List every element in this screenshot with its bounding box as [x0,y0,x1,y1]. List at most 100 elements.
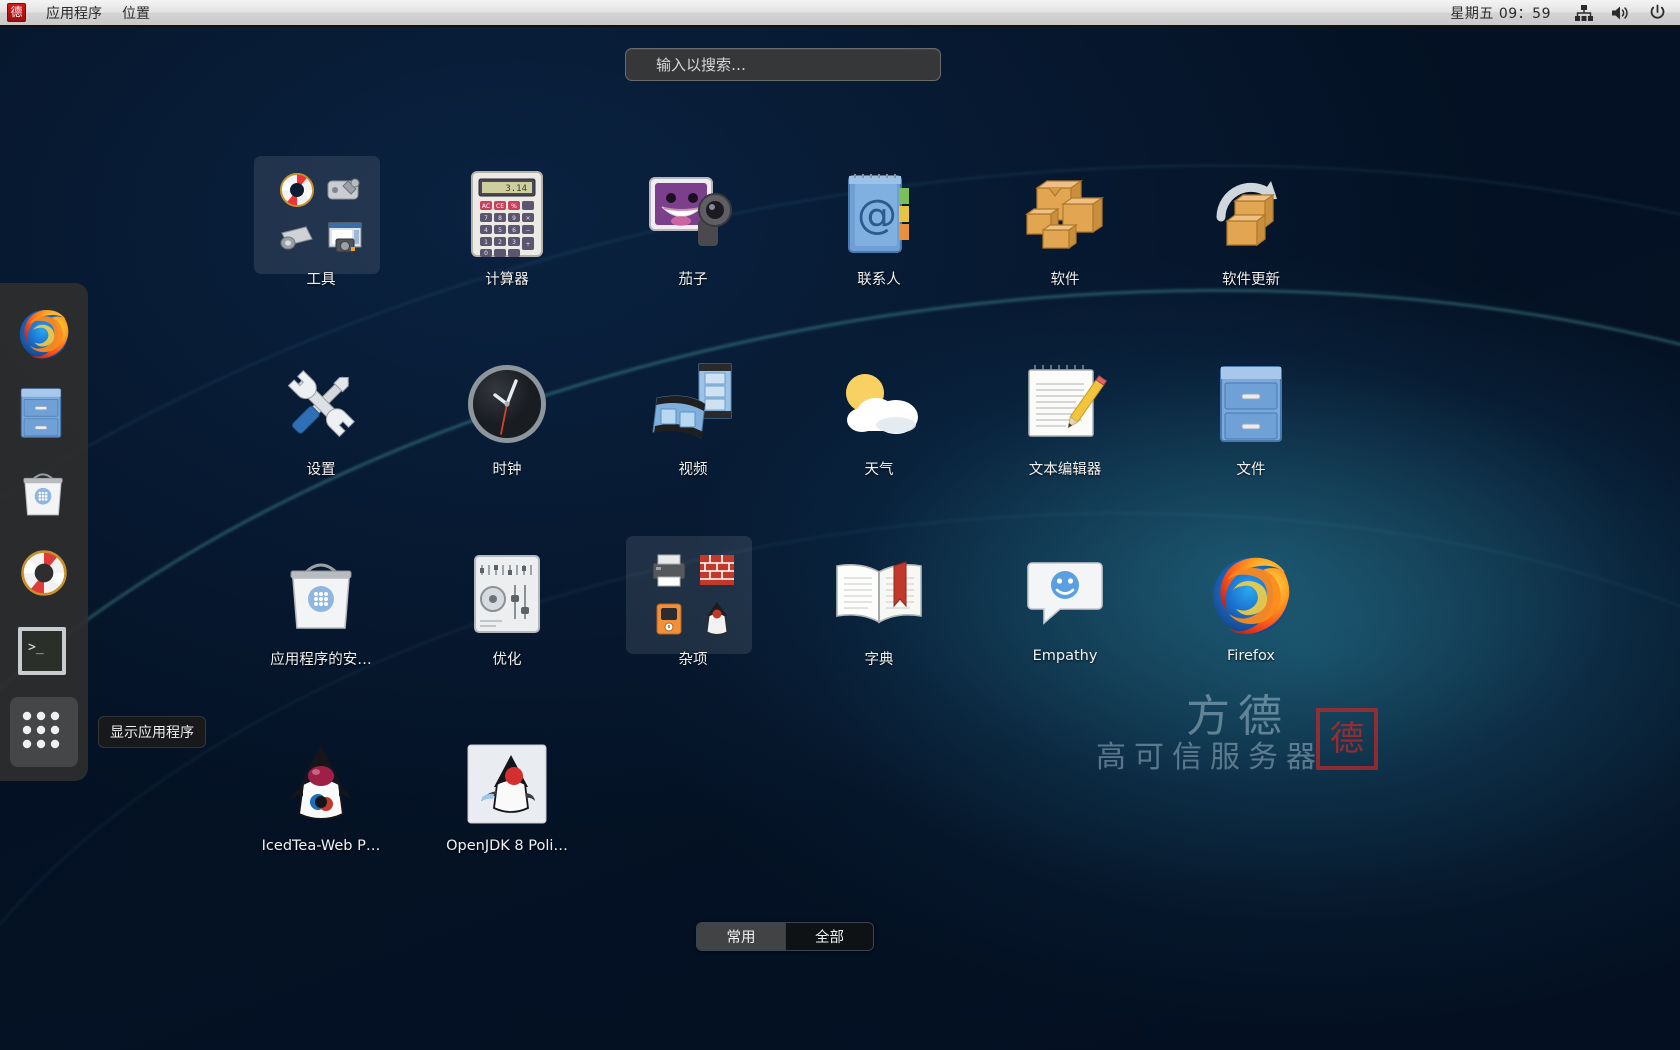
svg-text:>_: >_ [28,640,44,655]
calculator-icon: 3.14 AC CE % 7 8 9 × 4 5 6 − 1 2 3 + 0 [459,166,555,262]
system-tray [1575,4,1666,21]
software-update-icon [1203,166,1299,262]
app-item-software-installer[interactable]: 应用程序的安… [228,532,414,722]
menu-applications[interactable]: 应用程序 [36,1,112,25]
app-item-openjdk-policy[interactable]: OpenJDK 8 Poli… [414,722,600,912]
app-label: 设置 [306,462,336,478]
app-item-files[interactable]: 文件 [1158,342,1344,532]
app-label: 软件更新 [1222,272,1280,288]
app-label: 文本编辑器 [1028,462,1102,478]
terminal-icon: >_ [16,625,72,681]
volume-icon[interactable] [1611,5,1631,21]
svg-text:9: 9 [512,215,516,222]
cheese-webcam-icon [645,166,741,262]
dock-item-firefox[interactable] [0,293,88,373]
app-label: 优化 [492,652,522,668]
app-label: 杂项 [678,652,708,668]
network-icon[interactable] [1575,4,1593,21]
dock: >_ [0,283,88,781]
svg-text:7: 7 [484,215,488,222]
misc-folder-icon [645,546,741,642]
java-policy-icon [459,736,555,832]
firefox-icon [1203,546,1299,642]
dock-item-terminal[interactable]: >_ [0,613,88,693]
svg-text:8: 8 [498,215,502,222]
svg-text:3.14: 3.14 [505,184,527,194]
clock-icon [459,356,555,452]
dock-item-show-applications[interactable] [0,693,88,773]
svg-text:%: % [511,203,517,210]
app-item-settings[interactable]: 设置 [228,342,414,532]
packages-icon [1017,166,1113,262]
app-grid: 工具 3.14 AC CE % 7 8 9 × 4 5 6 − 1 2 3 + … [228,152,1348,912]
app-item-tweaks[interactable]: 优化 [414,532,600,722]
desktop: 德 应用程序 位置 星期五 09：59 输入以搜索… 工具 3.14 AC CE… [0,0,1680,1050]
tab-frequent[interactable]: 常用 [697,923,785,950]
svg-text:AC: AC [482,203,490,210]
app-label: 视频 [678,462,708,478]
svg-text:2: 2 [498,239,502,246]
app-item-empathy[interactable]: Empathy [972,532,1158,722]
view-selector-tabs: 常用 全部 [696,922,874,951]
app-item-software[interactable]: 软件 [972,152,1158,342]
svg-text:CE: CE [496,203,504,210]
svg-text:+: + [525,241,530,248]
app-item-misc-folder[interactable]: 杂项 [600,532,786,722]
app-item-dictionary[interactable]: 字典 [786,532,972,722]
app-item-weather[interactable]: 天气 [786,342,972,532]
dictionary-book-icon [831,546,927,642]
app-item-firefox[interactable]: Firefox [1158,532,1344,722]
search-input[interactable]: 输入以搜索… [625,48,941,81]
app-item-contacts[interactable]: @ 联系人 [786,152,972,342]
app-item-videos[interactable]: 视频 [600,342,786,532]
app-label: 工具 [306,272,336,288]
empathy-chat-icon [1017,546,1113,642]
app-item-calculator[interactable]: 3.14 AC CE % 7 8 9 × 4 5 6 − 1 2 3 + 0 计… [414,152,600,342]
app-item-software-update[interactable]: 软件更新 [1158,152,1344,342]
top-bar: 德 应用程序 位置 星期五 09：59 [0,0,1680,27]
app-item-tools-folder[interactable]: 工具 [228,152,414,342]
weather-icon [831,356,927,452]
dock-item-software[interactable] [0,453,88,533]
app-label: Empathy [1032,648,1098,664]
app-label: 计算器 [485,272,529,288]
app-label: 字典 [864,652,894,668]
clock-label[interactable]: 星期五 09：59 [1450,3,1551,23]
svg-text:1: 1 [484,239,488,246]
tools-folder-icon [273,166,369,262]
svg-text:×: × [525,215,530,222]
distro-logo-icon[interactable]: 德 [7,3,26,22]
dock-item-help[interactable] [0,533,88,613]
svg-text:4: 4 [484,227,488,234]
app-label: 茄子 [678,272,708,288]
app-label: Firefox [1227,648,1275,664]
tab-all[interactable]: 全部 [785,923,873,950]
svg-text:5: 5 [498,227,502,234]
tweaks-icon [459,546,555,642]
app-item-cheese[interactable]: 茄子 [600,152,786,342]
contacts-icon: @ [831,166,927,262]
firefox-icon [16,305,72,361]
app-item-text-editor[interactable]: 文本编辑器 [972,342,1158,532]
settings-tools-icon [273,356,369,452]
files-cabinet-icon [1203,356,1299,452]
app-label: IcedTea-Web P… [261,838,381,854]
dock-item-files[interactable] [0,373,88,453]
app-label: 时钟 [492,462,522,478]
software-bag-icon [16,465,72,521]
app-item-icedtea-web[interactable]: IcedTea-Web P… [228,722,414,912]
app-label: 文件 [1236,462,1266,478]
app-item-clock[interactable]: 时钟 [414,342,600,532]
app-label: OpenJDK 8 Poli… [446,838,568,854]
app-grid-icon [16,705,72,761]
files-cabinet-icon [16,385,72,441]
power-icon[interactable] [1649,4,1666,21]
text-editor-icon [1017,356,1113,452]
software-bag-icon [273,546,369,642]
svg-text:0: 0 [484,250,488,257]
lifebuoy-help-icon [16,545,72,601]
app-label: 应用程序的安… [270,652,372,668]
java-duke-icon [273,736,369,832]
svg-text:3: 3 [512,239,516,246]
menu-places[interactable]: 位置 [112,1,160,25]
